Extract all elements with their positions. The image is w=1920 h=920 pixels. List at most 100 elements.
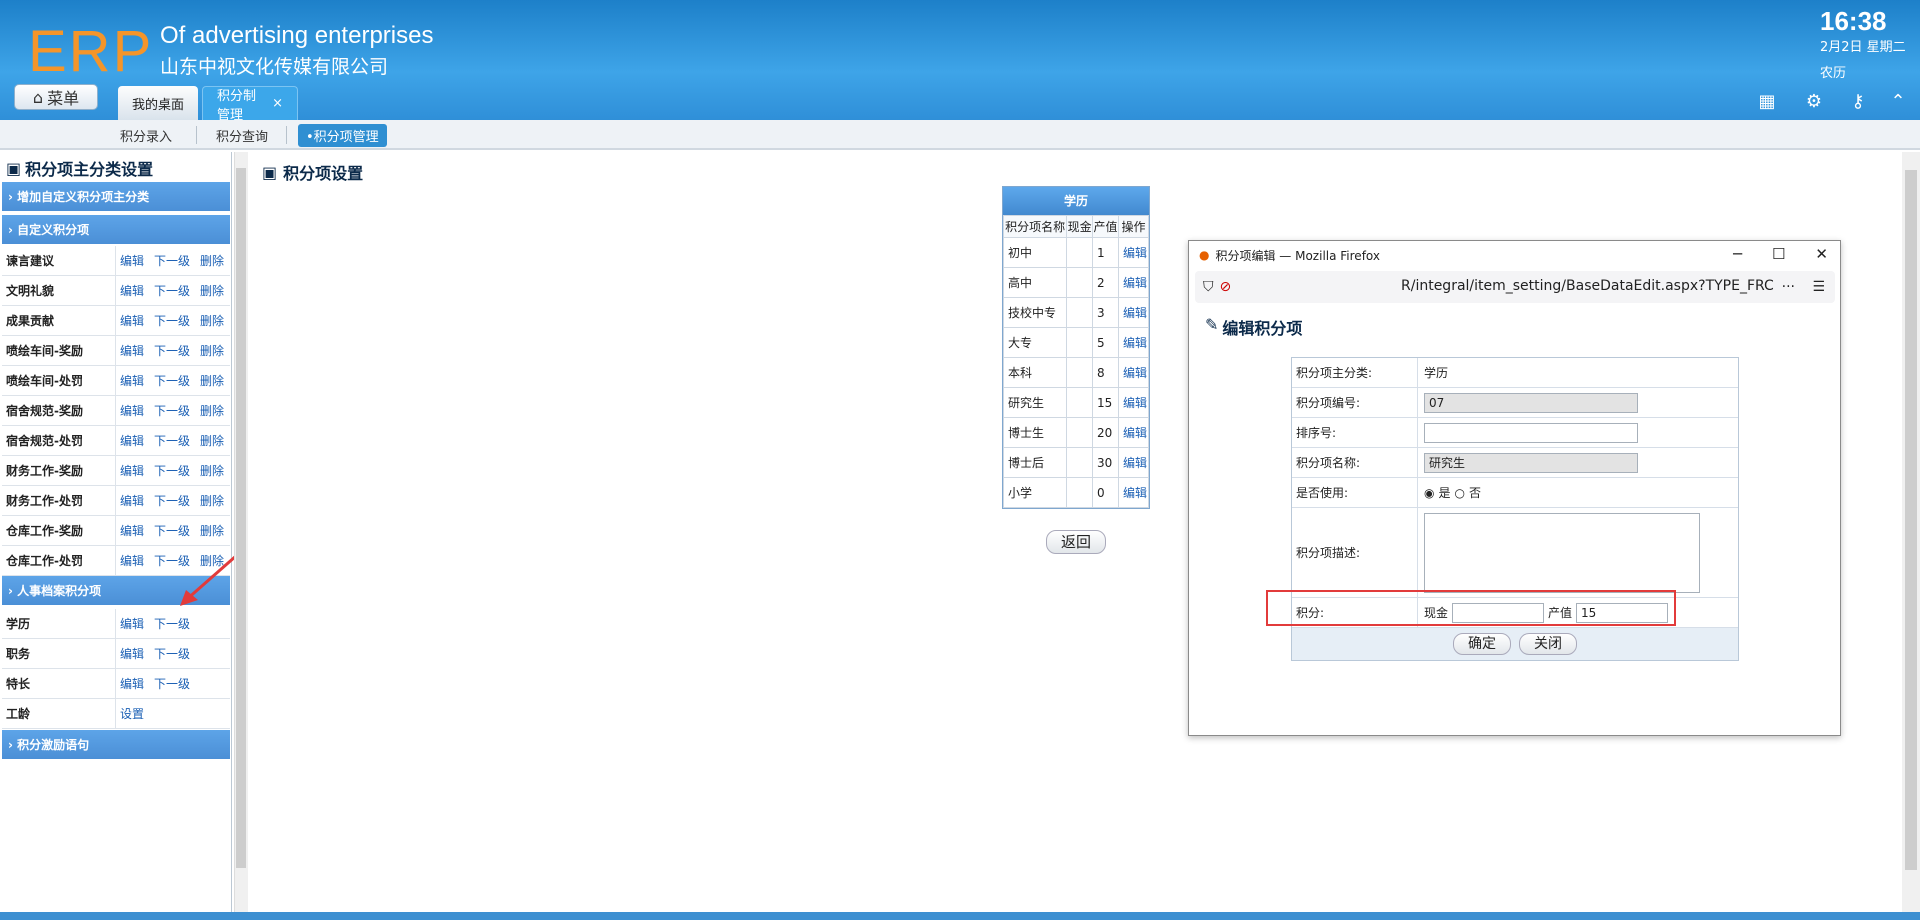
- next-level-link[interactable]: 下一级: [154, 492, 190, 509]
- next-level-link[interactable]: 下一级: [154, 432, 190, 449]
- list-item: 宿舍规范-处罚 编辑 下一级 删除: [2, 426, 230, 456]
- delete-link[interactable]: 删除: [200, 282, 224, 299]
- shield-icon: ⛉: [1203, 279, 1214, 295]
- left-panel-title: ▣ 积分项主分类设置: [6, 158, 154, 180]
- delete-link[interactable]: 删除: [200, 252, 224, 269]
- edit-link[interactable]: 编辑: [120, 402, 144, 419]
- table-row: 博士生 20 编辑: [1002, 417, 1150, 448]
- tab-desktop[interactable]: 我的桌面: [118, 86, 198, 120]
- menu-button[interactable]: ⌂ 菜单: [14, 84, 98, 110]
- next-level-link[interactable]: 下一级: [154, 402, 190, 419]
- home-icon: ⌂: [32, 87, 44, 107]
- delete-link[interactable]: 删除: [200, 522, 224, 539]
- edit-link[interactable]: 编辑: [120, 645, 144, 662]
- delete-link[interactable]: 删除: [200, 312, 224, 329]
- list-item: 喷绘车间-处罚 编辑 下一级 删除: [2, 366, 230, 396]
- table-row: 大专 5 编辑: [1002, 327, 1150, 358]
- next-level-link[interactable]: 下一级: [154, 645, 190, 662]
- tab-points-management[interactable]: 积分制管理 ×: [202, 86, 298, 123]
- next-level-link[interactable]: 下一级: [154, 372, 190, 389]
- status-bar: [0, 912, 1920, 920]
- clock: 16:38: [1820, 6, 1887, 36]
- edit-link[interactable]: 编辑: [1123, 396, 1147, 410]
- column-header: 现金: [1066, 215, 1094, 238]
- edit-link[interactable]: 编辑: [120, 312, 144, 329]
- list-item: 喷绘车间-奖励 编辑 下一级 删除: [2, 336, 230, 366]
- grid-add-icon[interactable]: ▦: [1757, 92, 1777, 112]
- edit-link[interactable]: 编辑: [120, 675, 144, 692]
- edit-link[interactable]: 编辑: [120, 462, 144, 479]
- description-textarea[interactable]: [1424, 512, 1700, 593]
- edit-link[interactable]: 编辑: [120, 342, 144, 359]
- main-scrollbar-thumb[interactable]: [1905, 170, 1917, 870]
- edit-link[interactable]: 编辑: [120, 252, 144, 269]
- table-title: 学历: [1003, 187, 1149, 215]
- minimize-icon[interactable]: ─: [1733, 245, 1742, 263]
- edit-link[interactable]: 编辑: [120, 522, 144, 539]
- delete-link[interactable]: 删除: [200, 402, 224, 419]
- group-add-custom[interactable]: › 增加自定义积分项主分类: [2, 182, 230, 212]
- close-icon[interactable]: ×: [272, 96, 283, 111]
- highlight-box: [1266, 590, 1676, 626]
- next-level-link[interactable]: 下一级: [154, 312, 190, 329]
- app-header: ERP Of advertising enterprises 山东中视文化传媒有…: [0, 0, 1920, 123]
- monitor-icon: ▣: [262, 162, 278, 182]
- confirm-button[interactable]: 确定: [1453, 633, 1511, 655]
- education-table: 学历 积分项名称 现金 产值 操作 初中 1 编辑 高中 2 编辑 技校中专 3 编辑 大专 5 编辑…: [1002, 186, 1150, 509]
- next-level-link[interactable]: 下一级: [154, 675, 190, 692]
- gear-icon[interactable]: ⚙: [1804, 92, 1824, 112]
- settings-link[interactable]: 设置: [120, 705, 144, 722]
- edit-link[interactable]: 编辑: [1123, 456, 1147, 470]
- edit-link[interactable]: 编辑: [1123, 426, 1147, 440]
- subnav-points-entry[interactable]: 积分录入: [120, 126, 172, 145]
- next-level-link[interactable]: 下一级: [154, 342, 190, 359]
- close-button[interactable]: 关闭: [1519, 633, 1577, 655]
- annotation-arrow: [180, 554, 237, 606]
- more-icon[interactable]: ···: [1782, 279, 1795, 295]
- maximize-icon[interactable]: ☐: [1772, 245, 1785, 263]
- hamburger-menu-icon[interactable]: ☰: [1812, 279, 1825, 295]
- delete-link[interactable]: 删除: [200, 342, 224, 359]
- key-icon[interactable]: ⚷: [1848, 92, 1868, 112]
- edit-link[interactable]: 编辑: [120, 372, 144, 389]
- subnav-points-query[interactable]: 积分查询: [216, 126, 268, 145]
- edit-link[interactable]: 编辑: [120, 282, 144, 299]
- next-level-link[interactable]: 下一级: [154, 252, 190, 269]
- radio-no[interactable]: ○: [1455, 486, 1465, 500]
- collapse-icon[interactable]: ⌃: [1888, 92, 1908, 112]
- edit-link[interactable]: 编辑: [1123, 366, 1147, 380]
- edit-link[interactable]: 编辑: [1123, 276, 1147, 290]
- edit-link[interactable]: 编辑: [1123, 246, 1147, 260]
- subnav-points-item-mgmt[interactable]: •积分项管理: [298, 124, 387, 147]
- list-item: 仓库工作-奖励 编辑 下一级 删除: [2, 516, 230, 546]
- next-level-link[interactable]: 下一级: [154, 282, 190, 299]
- next-level-link[interactable]: 下一级: [154, 462, 190, 479]
- group-incentive-phrases[interactable]: › 积分激励语句: [2, 730, 230, 760]
- edit-link[interactable]: 编辑: [120, 615, 144, 632]
- back-button[interactable]: 返回: [1046, 530, 1106, 554]
- sort-number-field[interactable]: [1424, 422, 1638, 443]
- edit-link[interactable]: 编辑: [1123, 486, 1147, 500]
- url-bar[interactable]: ⛉ ⊘ R/integral/item_setting/BaseDataEdit…: [1195, 271, 1835, 303]
- edit-link[interactable]: 编辑: [1123, 336, 1147, 350]
- firefox-icon: ●: [1199, 248, 1210, 262]
- next-level-link[interactable]: 下一级: [154, 615, 190, 632]
- radio-yes[interactable]: ◉: [1424, 486, 1434, 500]
- list-item: 学历 编辑 下一级: [2, 609, 230, 639]
- close-icon[interactable]: ✕: [1815, 245, 1828, 263]
- column-header: 产值: [1092, 215, 1119, 238]
- delete-link[interactable]: 删除: [200, 432, 224, 449]
- next-level-link[interactable]: 下一级: [154, 522, 190, 539]
- table-row: 高中 2 编辑: [1002, 267, 1150, 298]
- table-row: 初中 1 编辑: [1002, 237, 1150, 268]
- delete-link[interactable]: 删除: [200, 372, 224, 389]
- left-scrollbar-thumb[interactable]: [236, 168, 246, 868]
- group-custom-items[interactable]: › 自定义积分项: [2, 215, 230, 245]
- edit-link[interactable]: 编辑: [120, 492, 144, 509]
- edit-link[interactable]: 编辑: [1123, 306, 1147, 320]
- delete-link[interactable]: 删除: [200, 492, 224, 509]
- edit-link[interactable]: 编辑: [120, 432, 144, 449]
- edit-link[interactable]: 编辑: [120, 552, 144, 569]
- table-row: 本科 8 编辑: [1002, 357, 1150, 388]
- delete-link[interactable]: 删除: [200, 462, 224, 479]
